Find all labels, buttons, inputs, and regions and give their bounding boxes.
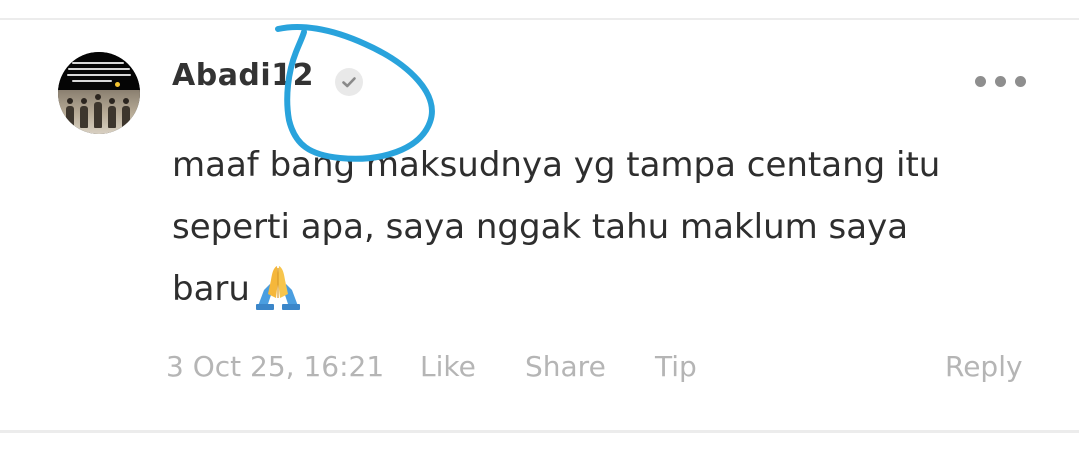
comment-screen: Abadi12 maaf bang maksudnya yg tampa cen… bbox=[0, 0, 1079, 449]
comment-line: seperti apa, saya nggak tahu maklum saya bbox=[172, 207, 909, 247]
comment-text: maaf bang maksudnya yg tampa centang itu… bbox=[172, 134, 1042, 320]
folded-hands-emoji bbox=[252, 260, 304, 312]
timestamp: 3 Oct 25, 16:21 bbox=[166, 350, 385, 383]
comment-line: baru bbox=[172, 269, 250, 309]
check-badge-icon bbox=[334, 67, 364, 97]
more-dots-icon[interactable] bbox=[970, 68, 1030, 96]
avatar[interactable] bbox=[58, 52, 140, 134]
bottom-divider bbox=[0, 430, 1079, 433]
comment-line: maaf bang maksudnya yg tampa centang itu bbox=[172, 145, 941, 185]
top-divider bbox=[0, 18, 1079, 20]
reply-button[interactable]: Reply bbox=[945, 350, 1023, 383]
share-button[interactable]: Share bbox=[525, 350, 606, 383]
username[interactable]: Abadi12 bbox=[172, 58, 314, 93]
tip-button[interactable]: Tip bbox=[655, 350, 697, 383]
like-button[interactable]: Like bbox=[420, 350, 476, 383]
